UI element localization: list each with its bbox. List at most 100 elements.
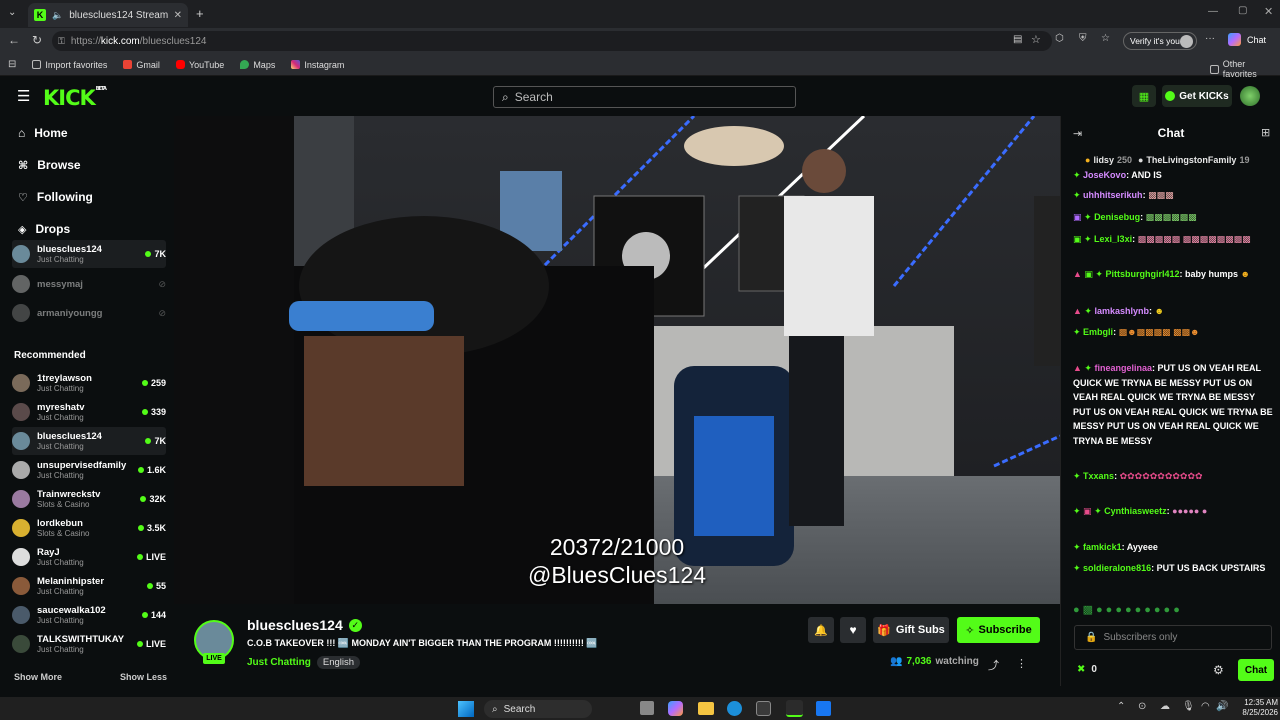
category-link[interactable]: Just Chatting — [247, 657, 311, 668]
chat-settings-grid-icon[interactable]: ⊞ — [1261, 126, 1270, 139]
microphone-icon[interactable]: 🎙 — [1182, 701, 1195, 712]
gift-subs-button[interactable]: 🎁 Gift Subs — [873, 617, 949, 643]
emote-picker-row[interactable]: ●▩●●●●●●●●● — [1073, 603, 1273, 616]
send-chat-button[interactable]: Chat — [1238, 659, 1274, 681]
gifter-item[interactable]: ● lidsy 250 — [1085, 155, 1132, 165]
chat-username[interactable]: Embgli — [1083, 327, 1113, 337]
chat-username[interactable]: fineangelinaa — [1094, 363, 1152, 373]
chat-username[interactable]: uhhhitserikuh — [1083, 190, 1143, 200]
kick-logo[interactable]: KICKBETA — [43, 86, 107, 110]
reader-icon[interactable]: ▤ — [1013, 34, 1022, 45]
bookmark-maps[interactable]: Maps — [240, 60, 275, 70]
chat-username[interactable]: Txxans — [1083, 471, 1114, 481]
nav-browse[interactable]: ⌘ Browse — [18, 158, 81, 172]
chat-username[interactable]: Pittsburghgirl412 — [1105, 269, 1179, 279]
clock[interactable]: 12:35 AM 8/25/2026 — [1234, 698, 1278, 718]
favorite-star-icon[interactable]: ☆ — [1031, 33, 1041, 46]
edge-icon[interactable] — [727, 701, 742, 716]
theater-mode-button[interactable]: ▦ — [1132, 85, 1156, 107]
recommended-channel-row[interactable]: lordkebun Slots & Casino 3.5K — [12, 514, 166, 542]
chat-username[interactable]: lamkashlynb — [1094, 306, 1149, 316]
store-icon[interactable] — [756, 701, 771, 716]
refresh-icon[interactable]: ↻ — [32, 33, 42, 47]
extensions-icon[interactable]: ⬡ — [1055, 33, 1064, 44]
settings-gear-icon[interactable]: ⚙ — [1213, 663, 1224, 677]
minimize-icon[interactable]: — — [1208, 6, 1218, 17]
user-avatar[interactable] — [1240, 86, 1260, 106]
channel-name[interactable]: bluesclues124 — [247, 617, 343, 633]
other-favorites[interactable]: Other favorites — [1210, 59, 1280, 79]
chat-username[interactable]: JoseKovo — [1083, 170, 1126, 180]
bookmark-instagram[interactable]: Instagram — [291, 60, 344, 70]
chat-input[interactable]: 🔒 Subscribers only — [1074, 625, 1272, 650]
kick-app-icon[interactable] — [786, 700, 803, 717]
kicks-balance[interactable]: ✖ 0 — [1077, 664, 1097, 675]
shield-icon[interactable]: ⛨ — [1079, 33, 1087, 44]
chat-username[interactable]: Denisebug — [1094, 212, 1140, 222]
recommended-channel-row[interactable]: TALKSWITHTUKAY Just Chatting LIVE — [12, 630, 166, 658]
bookmark-import[interactable]: Import favorites — [32, 60, 107, 70]
show-less-link[interactable]: Show Less — [120, 672, 167, 682]
collections-icon[interactable]: ☆ — [1101, 33, 1110, 44]
recommended-channel-row[interactable]: Trainwreckstv Slots & Casino 32K — [12, 485, 166, 513]
nav-drops[interactable]: ◈ Drops — [18, 222, 70, 236]
recommended-channel-row[interactable]: bluesclues124 Just Chatting 7K — [12, 427, 166, 455]
recommended-channel-row[interactable]: saucewalka102 Just Chatting 144 — [12, 601, 166, 629]
chat-username[interactable]: Cynthiasweetz — [1104, 506, 1167, 516]
search-input[interactable]: ⌕ Search — [493, 86, 796, 108]
recommended-channel-row[interactable]: myreshatv Just Chatting 339 — [12, 398, 166, 426]
close-window-icon[interactable]: ✕ — [1264, 5, 1273, 18]
follow-heart-button[interactable]: ♥ — [840, 617, 866, 643]
bookmark-gmail[interactable]: Gmail — [123, 60, 160, 70]
file-explorer-icon[interactable] — [698, 702, 714, 715]
facebook-icon[interactable] — [816, 701, 831, 716]
chat-username[interactable]: famkick1 — [1083, 542, 1122, 552]
close-tab-icon[interactable]: ✕ — [174, 10, 182, 21]
share-icon[interactable]: ⤴ — [988, 657, 999, 673]
tab-list-icon[interactable]: ⌄ — [8, 7, 16, 18]
recommended-channel-row[interactable]: unsupervisedfamily Just Chatting 1.6K — [12, 456, 166, 484]
hamburger-menu-icon[interactable]: ☰ — [17, 87, 30, 105]
tray-chevron-icon[interactable]: ⌃ — [1117, 701, 1125, 712]
bookmark-youtube[interactable]: YouTube — [175, 60, 224, 70]
chat-username[interactable]: soldieralone816 — [1083, 563, 1151, 573]
speaker-icon[interactable]: 🔈 — [52, 10, 63, 21]
recommended-channel-row[interactable]: Melaninhipster Just Chatting 55 — [12, 572, 166, 600]
sidebar-toggle-icon[interactable]: ⊟ — [8, 59, 16, 70]
more-menu-icon[interactable]: ··· — [1205, 33, 1215, 44]
following-channel-row[interactable]: armaniyoungg ⊘ — [12, 299, 166, 327]
following-channel-row[interactable]: bluesclues124 Just Chatting 7K — [12, 240, 166, 268]
nav-following[interactable]: ♡ Following — [18, 190, 93, 204]
notification-bell-button[interactable]: 🔔 — [808, 617, 834, 643]
task-view-icon[interactable] — [640, 701, 654, 715]
subscribe-button[interactable]: ✧ Subscribe — [957, 617, 1040, 643]
copilot-chat-label[interactable]: Chat — [1247, 35, 1266, 45]
wifi-icon[interactable]: ◠ — [1201, 701, 1210, 712]
get-kicks-button[interactable]: Get KICKs — [1162, 85, 1232, 107]
new-tab-icon[interactable]: + — [196, 6, 204, 21]
windows-start-icon[interactable] — [458, 701, 474, 717]
tray-cloud-icon[interactable]: ☁ — [1160, 701, 1170, 712]
language-tag[interactable]: English — [316, 656, 361, 669]
recommended-channel-row[interactable]: RayJ Just Chatting LIVE — [12, 543, 166, 571]
following-channel-row[interactable]: messymaj ⊘ — [12, 270, 166, 298]
url-field[interactable]: ⚿ https://kick.com/bluesclues124 — [52, 31, 1052, 51]
copilot-taskbar-icon[interactable] — [668, 701, 683, 716]
taskbar-search[interactable]: ⌕ Search — [484, 700, 592, 718]
more-options-icon[interactable]: ⋮ — [1016, 657, 1027, 670]
video-player[interactable]: 20372/21000 @BluesClues124 — [174, 116, 1060, 604]
recommended-channel-row[interactable]: 1treylawson Just Chatting 259 — [12, 369, 166, 397]
nav-home[interactable]: ⌂ Home — [18, 126, 68, 140]
volume-icon[interactable]: 🔊 — [1216, 701, 1228, 712]
gifter-item[interactable]: ● TheLivingstonFamily 19 — [1138, 155, 1249, 165]
show-more-link[interactable]: Show More — [14, 672, 62, 682]
back-icon[interactable]: ← — [8, 33, 20, 47]
copilot-icon[interactable] — [1228, 33, 1241, 46]
site-info-icon[interactable]: ⚿ — [58, 36, 65, 47]
browser-tab[interactable]: K 🔈 bluesclues124 Stream - Watch ✕ — [28, 3, 188, 27]
chat-username[interactable]: Lexi_I3xi — [1094, 234, 1132, 244]
tray-app-icon[interactable]: ⊙ — [1138, 701, 1146, 712]
maximize-icon[interactable]: ▢ — [1238, 5, 1247, 16]
channel-name: messymaj — [37, 278, 83, 290]
verify-button[interactable]: Verify it's you — [1123, 32, 1197, 50]
